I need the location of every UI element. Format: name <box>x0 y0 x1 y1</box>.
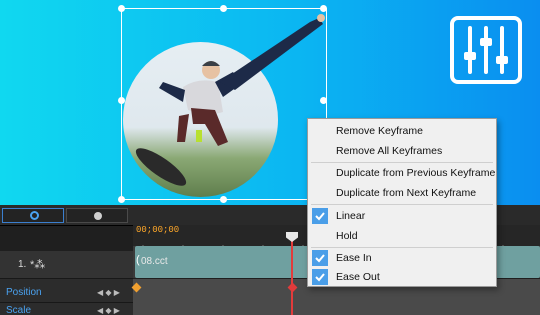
checkmark-icon <box>312 269 328 285</box>
menu-item-label: Ease In <box>336 252 372 264</box>
menu-item-label: Ease Out <box>336 271 380 283</box>
menu-item-linear[interactable]: Linear <box>308 206 496 226</box>
clip-label: 08.cct <box>141 256 168 267</box>
asterisk-icon: *⁂ <box>30 259 46 271</box>
track-headers: 1. *⁂ Position ◀ ◆ ▶ Scale ◀ ◆ ▶ <box>0 251 133 315</box>
menu-item-remove-keyframe[interactable]: Remove Keyframe <box>308 121 496 141</box>
resize-handle[interactable] <box>118 196 125 203</box>
menu-item-remove-all-keyframes[interactable]: Remove All Keyframes <box>308 141 496 161</box>
menu-item-label: Remove All Keyframes <box>336 145 443 157</box>
sliders-icon[interactable] <box>450 16 522 84</box>
menu-item-label: Linear <box>336 210 366 222</box>
menu-item-duplicate-previous[interactable]: Duplicate from Previous Keyframe <box>308 163 496 183</box>
selection-box[interactable] <box>121 8 327 200</box>
checkmark-icon <box>312 208 328 224</box>
timeline-mode-button[interactable] <box>2 208 64 223</box>
resize-handle[interactable] <box>220 196 227 203</box>
checkmark-icon <box>312 250 328 266</box>
resize-handle[interactable] <box>118 97 125 104</box>
keyframe-nav-icon[interactable]: ◀ ◆ ▶ <box>97 306 120 315</box>
resize-handle[interactable] <box>320 97 327 104</box>
menu-item-label: Duplicate from Next Keyframe <box>336 187 477 199</box>
clock-icon <box>94 212 102 220</box>
clip-edge-icon: ( <box>136 254 140 266</box>
timecode: 00;00;00 <box>136 225 180 235</box>
menu-item-ease-in[interactable]: Ease In <box>308 248 496 268</box>
clock-button[interactable] <box>66 208 128 223</box>
track-header[interactable]: 1. *⁂ <box>0 251 133 279</box>
menu-item-ease-out[interactable]: Ease Out <box>308 267 496 287</box>
playhead-line[interactable] <box>291 238 293 315</box>
resize-handle[interactable] <box>118 5 125 12</box>
menu-item-hold[interactable]: Hold <box>308 226 496 246</box>
menu-item-label: Duplicate from Previous Keyframe <box>336 167 496 179</box>
menu-item-label: Remove Keyframe <box>336 125 423 137</box>
property-row-position[interactable]: Position ◀ ◆ ▶ <box>0 283 133 303</box>
property-row-scale[interactable]: Scale ◀ ◆ ▶ <box>0 303 133 315</box>
menu-item-label: Hold <box>336 230 358 242</box>
property-label-position: Position <box>6 287 42 298</box>
resize-handle[interactable] <box>320 5 327 12</box>
property-label-scale: Scale <box>6 305 32 315</box>
menu-separator <box>311 204 493 205</box>
keyframe-context-menu: Remove Keyframe Remove All Keyframes Dup… <box>307 118 497 287</box>
track-number: 1. <box>18 259 27 270</box>
resize-handle[interactable] <box>220 5 227 12</box>
timeline-icon <box>30 211 39 220</box>
keyframe-nav-icon[interactable]: ◀ ◆ ▶ <box>97 288 120 297</box>
menu-item-duplicate-next[interactable]: Duplicate from Next Keyframe <box>308 183 496 203</box>
